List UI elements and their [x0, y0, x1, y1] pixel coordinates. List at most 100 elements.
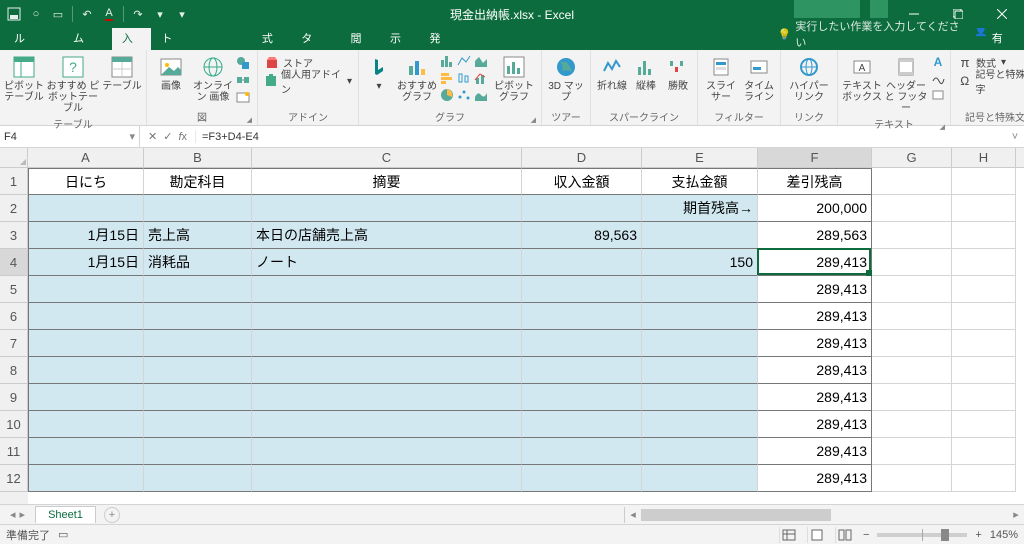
cell[interactable] [642, 222, 758, 249]
formula-input[interactable]: =F3+D4-E4 [196, 131, 1006, 143]
enter-icon[interactable]: ✓ [163, 130, 172, 143]
cell[interactable] [642, 438, 758, 465]
row-header[interactable]: 5 [0, 276, 28, 303]
cell[interactable]: 289,413 [758, 384, 872, 411]
cell[interactable] [144, 438, 252, 465]
cell[interactable] [252, 357, 522, 384]
picture-button[interactable]: 画像 [151, 53, 191, 94]
cell[interactable] [28, 276, 144, 303]
cell[interactable] [144, 195, 252, 222]
cell[interactable] [144, 303, 252, 330]
cell[interactable] [522, 276, 642, 303]
cell[interactable] [252, 465, 522, 492]
expand-formula-icon[interactable]: ˅ [1006, 131, 1024, 143]
my-addins-button[interactable]: 個人用アドイン▾ [262, 72, 354, 90]
cell[interactable] [522, 438, 642, 465]
qat-icon-2[interactable]: ○ [28, 6, 44, 22]
cell[interactable] [522, 330, 642, 357]
cell[interactable] [252, 330, 522, 357]
cell[interactable]: 150 [642, 249, 758, 276]
shapes-icon[interactable] [235, 55, 251, 71]
row-header[interactable]: 2 [0, 195, 28, 222]
cell[interactable] [144, 384, 252, 411]
normal-view-button[interactable] [779, 527, 799, 543]
cell[interactable]: 消耗品 [144, 249, 252, 276]
recommended-pivot-button[interactable]: ?おすすめ ピボットテーブル [46, 53, 100, 116]
cell[interactable] [28, 411, 144, 438]
cell[interactable]: 289,413 [758, 465, 872, 492]
cell[interactable] [642, 357, 758, 384]
3d-map-button[interactable]: 3D マッ プ [546, 53, 586, 105]
timeline-button[interactable]: タイム ライン [742, 53, 776, 105]
row-header[interactable]: 1 [0, 168, 28, 195]
bing-maps-button[interactable]: ▾ [363, 53, 395, 94]
sparkline-column-button[interactable]: 縦棒 [631, 53, 661, 94]
cell[interactable] [522, 303, 642, 330]
column-header[interactable]: E [642, 148, 758, 167]
cancel-icon[interactable]: ✕ [148, 130, 157, 143]
cell[interactable] [144, 330, 252, 357]
cell[interactable] [144, 276, 252, 303]
cell[interactable] [872, 222, 952, 249]
cell[interactable] [642, 465, 758, 492]
table-button[interactable]: テーブル [102, 53, 142, 94]
row-header[interactable]: 12 [0, 465, 28, 492]
cell[interactable] [952, 330, 1016, 357]
account-area[interactable] [794, 0, 860, 18]
header-footer-button[interactable]: ヘッダーと フッター [884, 53, 928, 116]
row-header[interactable]: 10 [0, 411, 28, 438]
cell[interactable] [28, 384, 144, 411]
cell[interactable] [252, 276, 522, 303]
row-header[interactable]: 6 [0, 303, 28, 330]
cell[interactable] [872, 384, 952, 411]
cell[interactable] [872, 411, 952, 438]
save-icon[interactable] [6, 6, 22, 22]
cell[interactable] [872, 168, 952, 195]
cell[interactable] [872, 438, 952, 465]
column-chart-icon[interactable] [439, 53, 455, 69]
cell[interactable] [252, 303, 522, 330]
cell[interactable] [872, 330, 952, 357]
area-chart-icon[interactable] [473, 53, 489, 69]
cell[interactable]: 289,413 [758, 276, 872, 303]
surface-chart-icon[interactable] [473, 87, 489, 103]
zoom-slider[interactable] [877, 533, 967, 537]
cell[interactable] [522, 195, 642, 222]
cell[interactable]: 289,413 [758, 411, 872, 438]
column-header[interactable]: F [758, 148, 872, 167]
cell[interactable] [252, 384, 522, 411]
cell[interactable] [252, 411, 522, 438]
cell[interactable]: 289,413 [758, 438, 872, 465]
row-header[interactable]: 11 [0, 438, 28, 465]
cell[interactable]: 本日の店舗売上高 [252, 222, 522, 249]
add-sheet-button[interactable]: + [104, 507, 120, 523]
cell[interactable] [642, 411, 758, 438]
tell-me[interactable]: 💡実行したい作業を入力してください [778, 18, 962, 50]
row-header[interactable]: 9 [0, 384, 28, 411]
symbol-button[interactable]: Ω記号と特殊文字 [955, 72, 1024, 90]
stat-chart-icon[interactable] [456, 70, 472, 86]
cell[interactable] [28, 438, 144, 465]
cell[interactable]: 日にち [28, 168, 144, 195]
cell[interactable]: 89,563 [522, 222, 642, 249]
qat-more-icon[interactable]: ▾ [152, 6, 168, 22]
cell[interactable]: 289,413 [758, 249, 872, 276]
cell[interactable]: 摘要 [252, 168, 522, 195]
pivot-table-button[interactable]: ピボット テーブル [4, 53, 44, 105]
online-picture-button[interactable]: オンライン 画像 [193, 53, 233, 105]
fx-icon[interactable]: fx [178, 131, 187, 143]
cell[interactable] [952, 276, 1016, 303]
sparkline-line-button[interactable]: 折れ線 [595, 53, 629, 94]
cell[interactable]: 差引残高 [758, 168, 872, 195]
slicer-button[interactable]: スライサー [702, 53, 740, 105]
cell[interactable]: ノート [252, 249, 522, 276]
cell[interactable] [952, 195, 1016, 222]
wordart-icon[interactable]: A [930, 53, 946, 69]
cell[interactable]: 期首残高→ [642, 195, 758, 222]
cell[interactable] [522, 384, 642, 411]
sheet-nav-prev-icon[interactable]: ◂ [10, 508, 16, 521]
cell[interactable] [952, 411, 1016, 438]
cell[interactable]: 1月15日 [28, 249, 144, 276]
column-header[interactable]: A [28, 148, 144, 167]
cell[interactable] [522, 249, 642, 276]
